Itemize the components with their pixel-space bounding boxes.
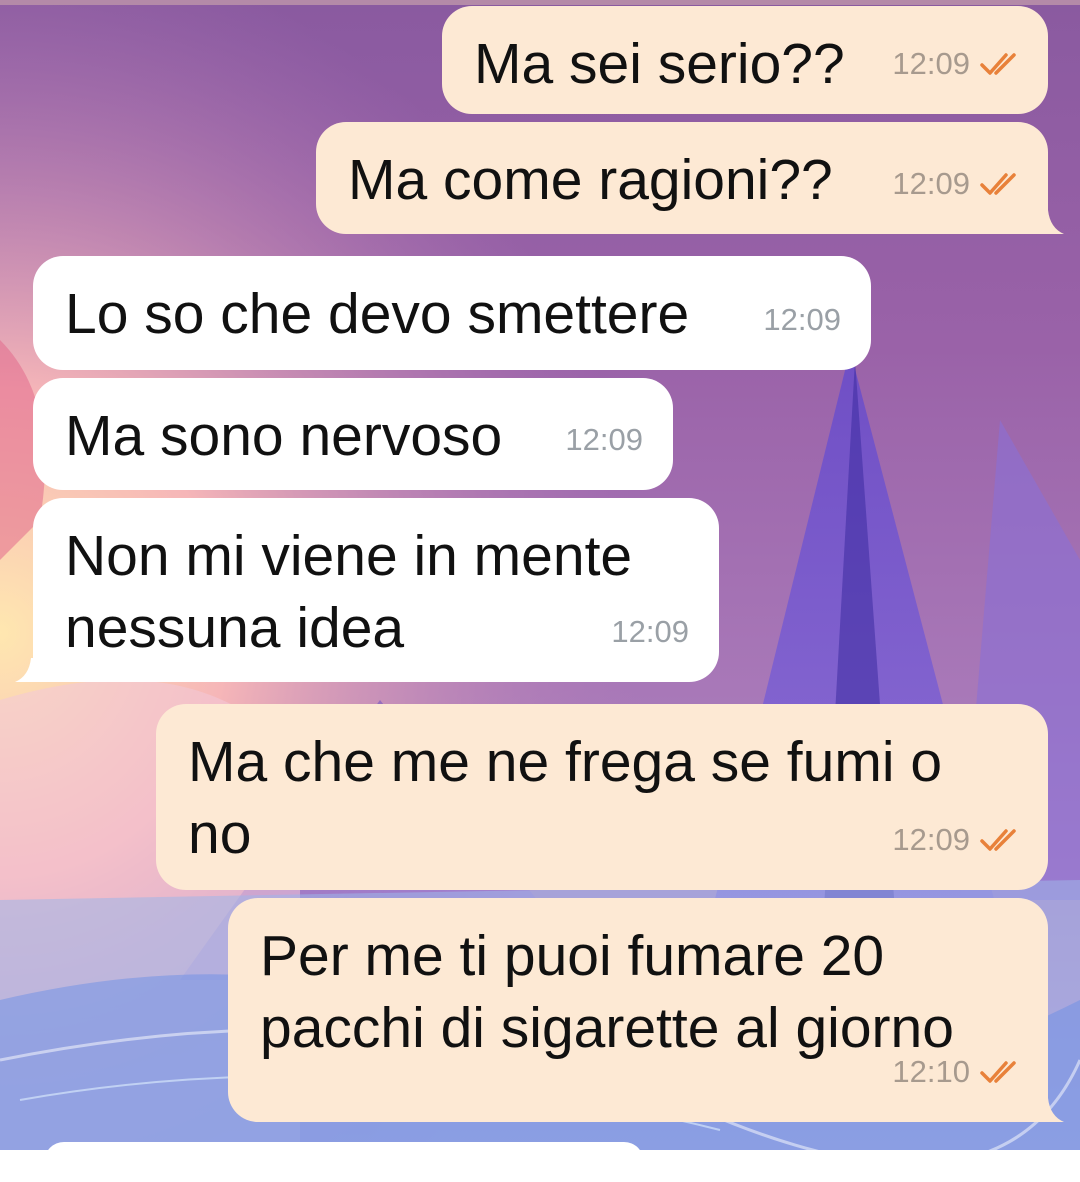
message-time: 12:10 [892, 1054, 970, 1089]
message-bubble-incoming[interactable]: Ma sono nervoso 12:09 [33, 378, 673, 490]
message-meta: 12:09 [892, 804, 1024, 876]
read-double-check-icon [980, 51, 1024, 77]
message-meta: 12:09 [892, 148, 1024, 220]
message-bubble-outgoing[interactable]: Ma come ragioni?? 12:09 [316, 122, 1048, 234]
message-meta: 12:09 [611, 596, 689, 668]
message-text: Non mi viene in mente nessuna idea [65, 524, 633, 660]
top-edge [0, 0, 1080, 5]
bubble-tail [15, 658, 39, 682]
message-time: 12:09 [892, 46, 970, 81]
message-time: 12:09 [892, 166, 970, 201]
read-double-check-icon [980, 827, 1024, 853]
message-time: 12:09 [611, 614, 689, 649]
message-bubble-incoming[interactable]: Lo so che devo smettere 12:09 [33, 256, 871, 370]
message-text: Lo so che devo smettere [65, 282, 690, 346]
read-double-check-icon [980, 1059, 1024, 1085]
message-bubble-outgoing[interactable]: Ma che me ne frega se fumi o no 12:09 [156, 704, 1048, 890]
message-bubble-outgoing[interactable]: Ma sei serio?? 12:09 [442, 6, 1048, 114]
bubble-tail [1040, 210, 1064, 234]
read-double-check-icon [980, 171, 1024, 197]
message-meta: 12:09 [892, 28, 1024, 100]
bubble-tail [1040, 1098, 1064, 1122]
message-meta: 12:09 [763, 284, 841, 356]
message-bubble-outgoing[interactable]: Per me ti puoi fumare 20 pacchi di sigar… [228, 898, 1048, 1122]
message-text: Ma sono nervoso [65, 404, 503, 468]
message-time: 12:09 [892, 822, 970, 857]
message-meta: 12:10 [892, 1036, 1024, 1108]
message-bubble-incoming[interactable]: Non mi viene in mente nessuna idea 12:09 [33, 498, 719, 682]
message-meta: 12:09 [565, 404, 643, 476]
message-time: 12:09 [763, 302, 841, 337]
message-bubble-incoming-partial[interactable] [44, 1142, 644, 1182]
message-time: 12:09 [565, 422, 643, 457]
